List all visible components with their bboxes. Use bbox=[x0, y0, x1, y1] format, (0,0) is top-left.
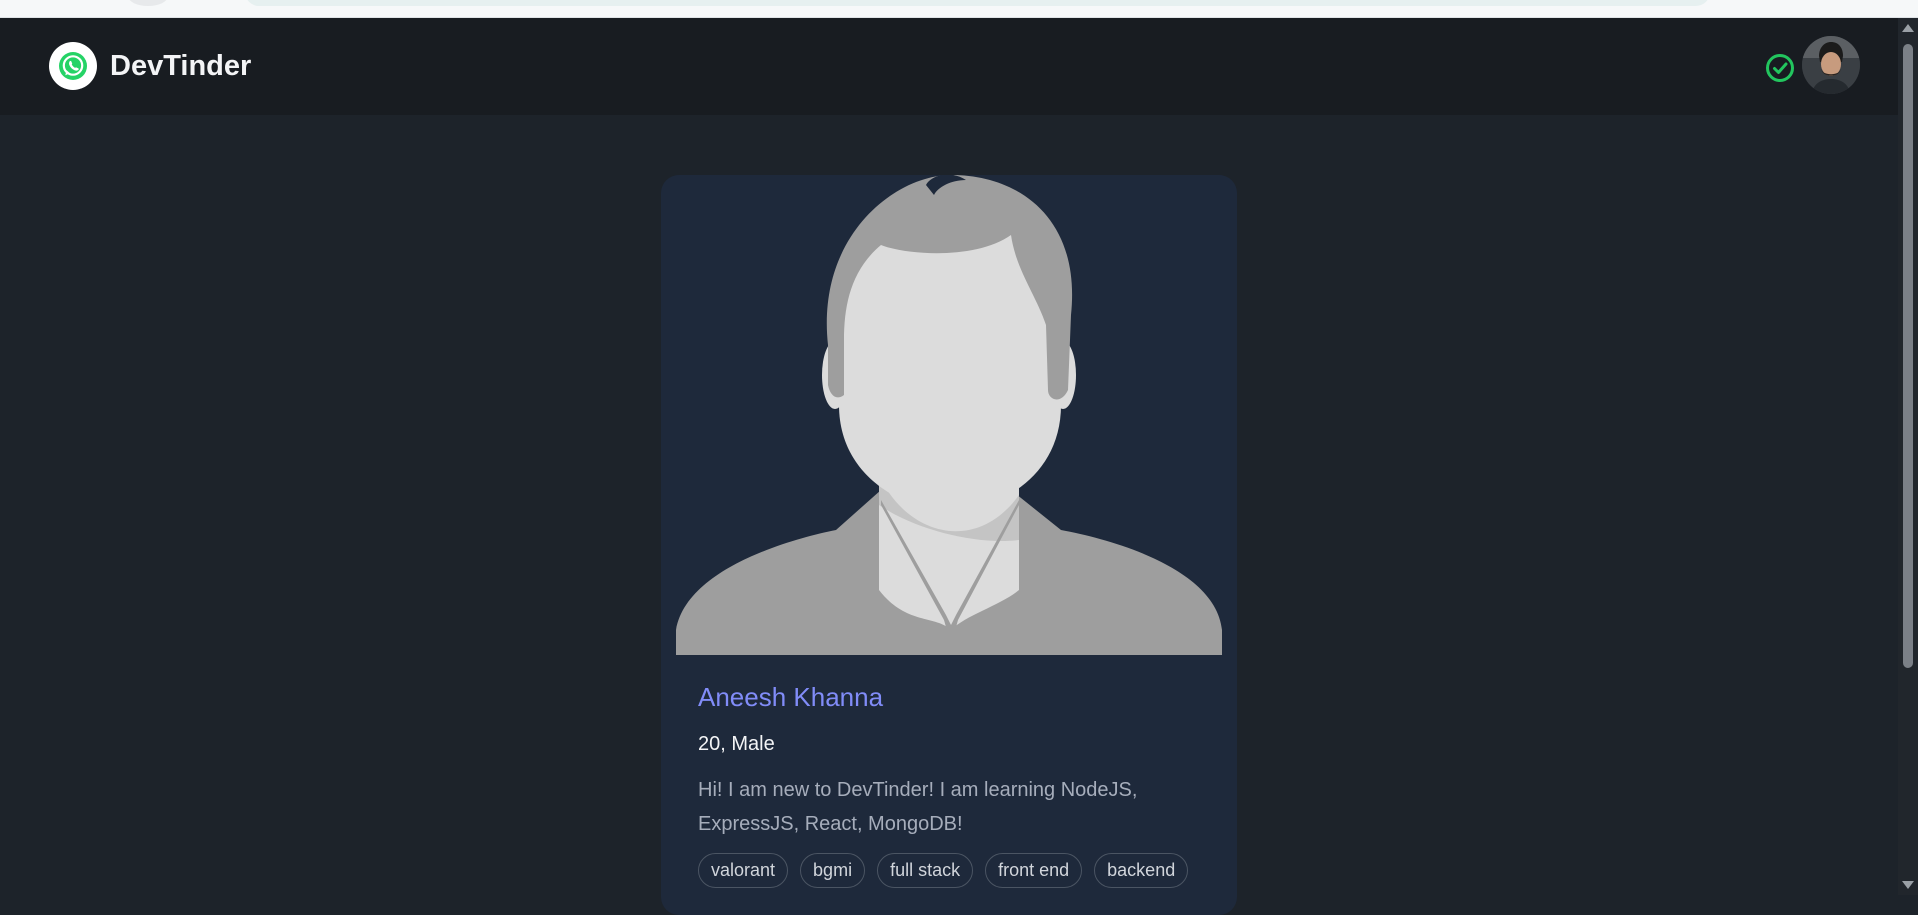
whatsapp-icon bbox=[49, 42, 97, 90]
scroll-up-arrow-icon[interactable] bbox=[1902, 24, 1914, 32]
card-body: Aneesh Khanna 20, Male Hi! I am new to D… bbox=[698, 680, 1198, 888]
user-avatar[interactable] bbox=[1802, 36, 1860, 94]
profile-name: Aneesh Khanna bbox=[698, 682, 884, 712]
scroll-down-arrow-icon[interactable] bbox=[1902, 881, 1914, 889]
skill-badge: full stack bbox=[877, 853, 974, 888]
check-circle-icon bbox=[1764, 52, 1796, 84]
profile-about: Hi! I am new to DevTinder! I am learning… bbox=[698, 779, 1138, 835]
browser-tab-edge[interactable] bbox=[128, 0, 168, 6]
profile-age-gender: 20, Male bbox=[698, 733, 775, 755]
profile-card: Aneesh Khanna 20, Male Hi! I am new to D… bbox=[661, 175, 1237, 915]
scroll-thumb[interactable] bbox=[1903, 44, 1913, 668]
page-scrollbar[interactable] bbox=[1898, 18, 1918, 895]
skill-badge: valorant bbox=[698, 853, 789, 888]
skill-badge: backend bbox=[1094, 853, 1189, 888]
browser-top-strip bbox=[0, 0, 1918, 18]
brand-name: DevTinder bbox=[110, 49, 252, 82]
navbar: DevTinder bbox=[0, 18, 1898, 115]
brand-link[interactable]: DevTinder bbox=[49, 42, 251, 90]
skill-badge: front end bbox=[985, 853, 1083, 888]
browser-address-bar[interactable] bbox=[245, 0, 1710, 6]
skill-badge: bgmi bbox=[800, 853, 866, 888]
skills-list: valorant bgmi full stack front end backe… bbox=[698, 853, 1198, 888]
default-avatar-placeholder-image bbox=[676, 175, 1222, 655]
